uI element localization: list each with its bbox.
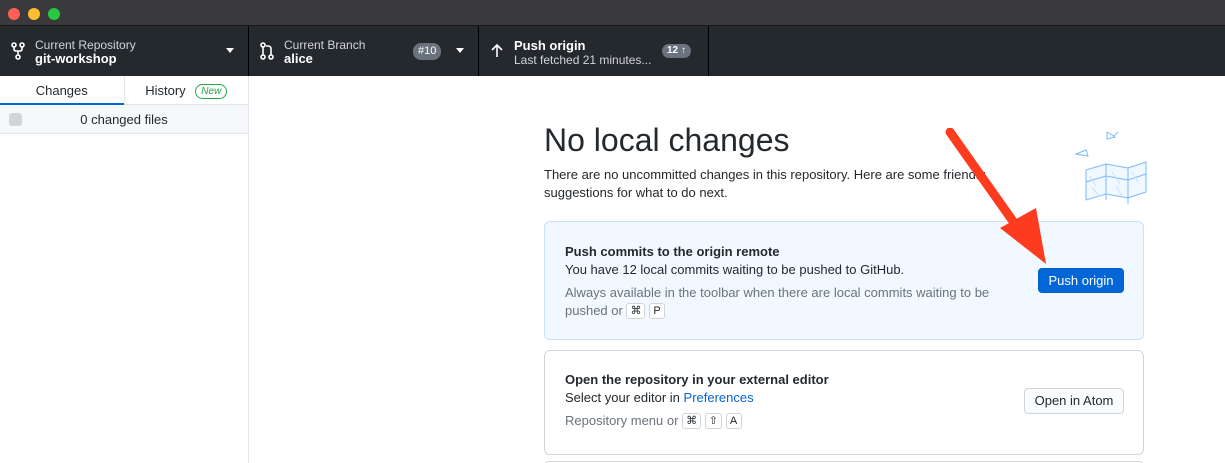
editor-card-hint: Repository menu or ⌘ ⇧ A bbox=[565, 412, 995, 430]
new-badge: New bbox=[195, 84, 228, 99]
open-editor-card: Open the repository in your external edi… bbox=[544, 350, 1144, 455]
sidebar-tabs: Changes History New bbox=[0, 76, 248, 105]
changed-files-count: 0 changed files bbox=[80, 112, 168, 127]
tab-label: Changes bbox=[35, 83, 88, 98]
close-window-button[interactable] bbox=[8, 8, 20, 20]
tab-label: History bbox=[145, 83, 186, 98]
arrow-up-icon bbox=[491, 43, 503, 57]
page-title: No local changes bbox=[544, 122, 790, 158]
chevron-down-icon bbox=[226, 48, 234, 53]
push-card-hint: Always available in the toolbar when the… bbox=[565, 284, 995, 320]
repository-label: Current Repository bbox=[35, 38, 136, 52]
editor-text-prefix: Select your editor in bbox=[565, 390, 680, 405]
command-key: ⌘ bbox=[626, 303, 646, 319]
changed-files-header: 0 changed files bbox=[0, 105, 248, 134]
current-repository-button[interactable]: Current Repository git-workshop bbox=[0, 26, 249, 76]
annotation-arrow-icon bbox=[945, 128, 1046, 264]
toolbar: Current Repository git-workshop Current … bbox=[0, 26, 1225, 76]
branch-label: Current Branch bbox=[284, 38, 366, 52]
repository-name: git-workshop bbox=[35, 51, 117, 66]
arrow-up-icon: ↑ bbox=[681, 45, 687, 56]
pull-request-badge[interactable]: #10 bbox=[413, 43, 442, 60]
tab-changes[interactable]: Changes bbox=[0, 76, 124, 105]
shift-key: ⇧ bbox=[704, 413, 722, 429]
push-origin-toolbar-button[interactable]: Push origin Last fetched 21 minutes... 1… bbox=[479, 26, 709, 76]
window-title-bar bbox=[0, 0, 1225, 26]
push-label: Push origin bbox=[514, 38, 586, 53]
preferences-link[interactable]: Preferences bbox=[684, 390, 754, 405]
current-branch-button[interactable]: Current Branch alice #10 bbox=[249, 26, 479, 76]
sidebar: Changes History New 0 changed files bbox=[0, 76, 249, 463]
commit-count: 12 bbox=[667, 45, 679, 56]
tab-history[interactable]: History New bbox=[123, 76, 249, 104]
open-in-atom-button[interactable]: Open in Atom bbox=[1024, 388, 1124, 414]
empty-state-illustration bbox=[1074, 131, 1147, 204]
git-branch-icon bbox=[260, 42, 274, 60]
push-card-text: You have 12 local commits waiting to be … bbox=[565, 262, 905, 277]
zoom-window-button[interactable] bbox=[48, 8, 60, 20]
hint-text: Repository menu or bbox=[565, 413, 679, 428]
editor-card-text: Select your editor in Preferences bbox=[565, 390, 754, 405]
a-key: A bbox=[725, 413, 742, 429]
repo-fork-icon bbox=[11, 42, 25, 60]
last-fetched-text: Last fetched 21 minutes... bbox=[514, 53, 652, 67]
unpushed-commits-badge: 12 ↑ bbox=[662, 44, 692, 58]
branch-name: alice bbox=[284, 51, 313, 66]
command-key: ⌘ bbox=[682, 413, 702, 429]
push-card-title: Push commits to the origin remote bbox=[565, 244, 780, 259]
minimize-window-button[interactable] bbox=[28, 8, 40, 20]
p-key: P bbox=[649, 303, 666, 319]
chevron-down-icon bbox=[456, 48, 464, 53]
editor-card-title: Open the repository in your external edi… bbox=[565, 372, 829, 387]
